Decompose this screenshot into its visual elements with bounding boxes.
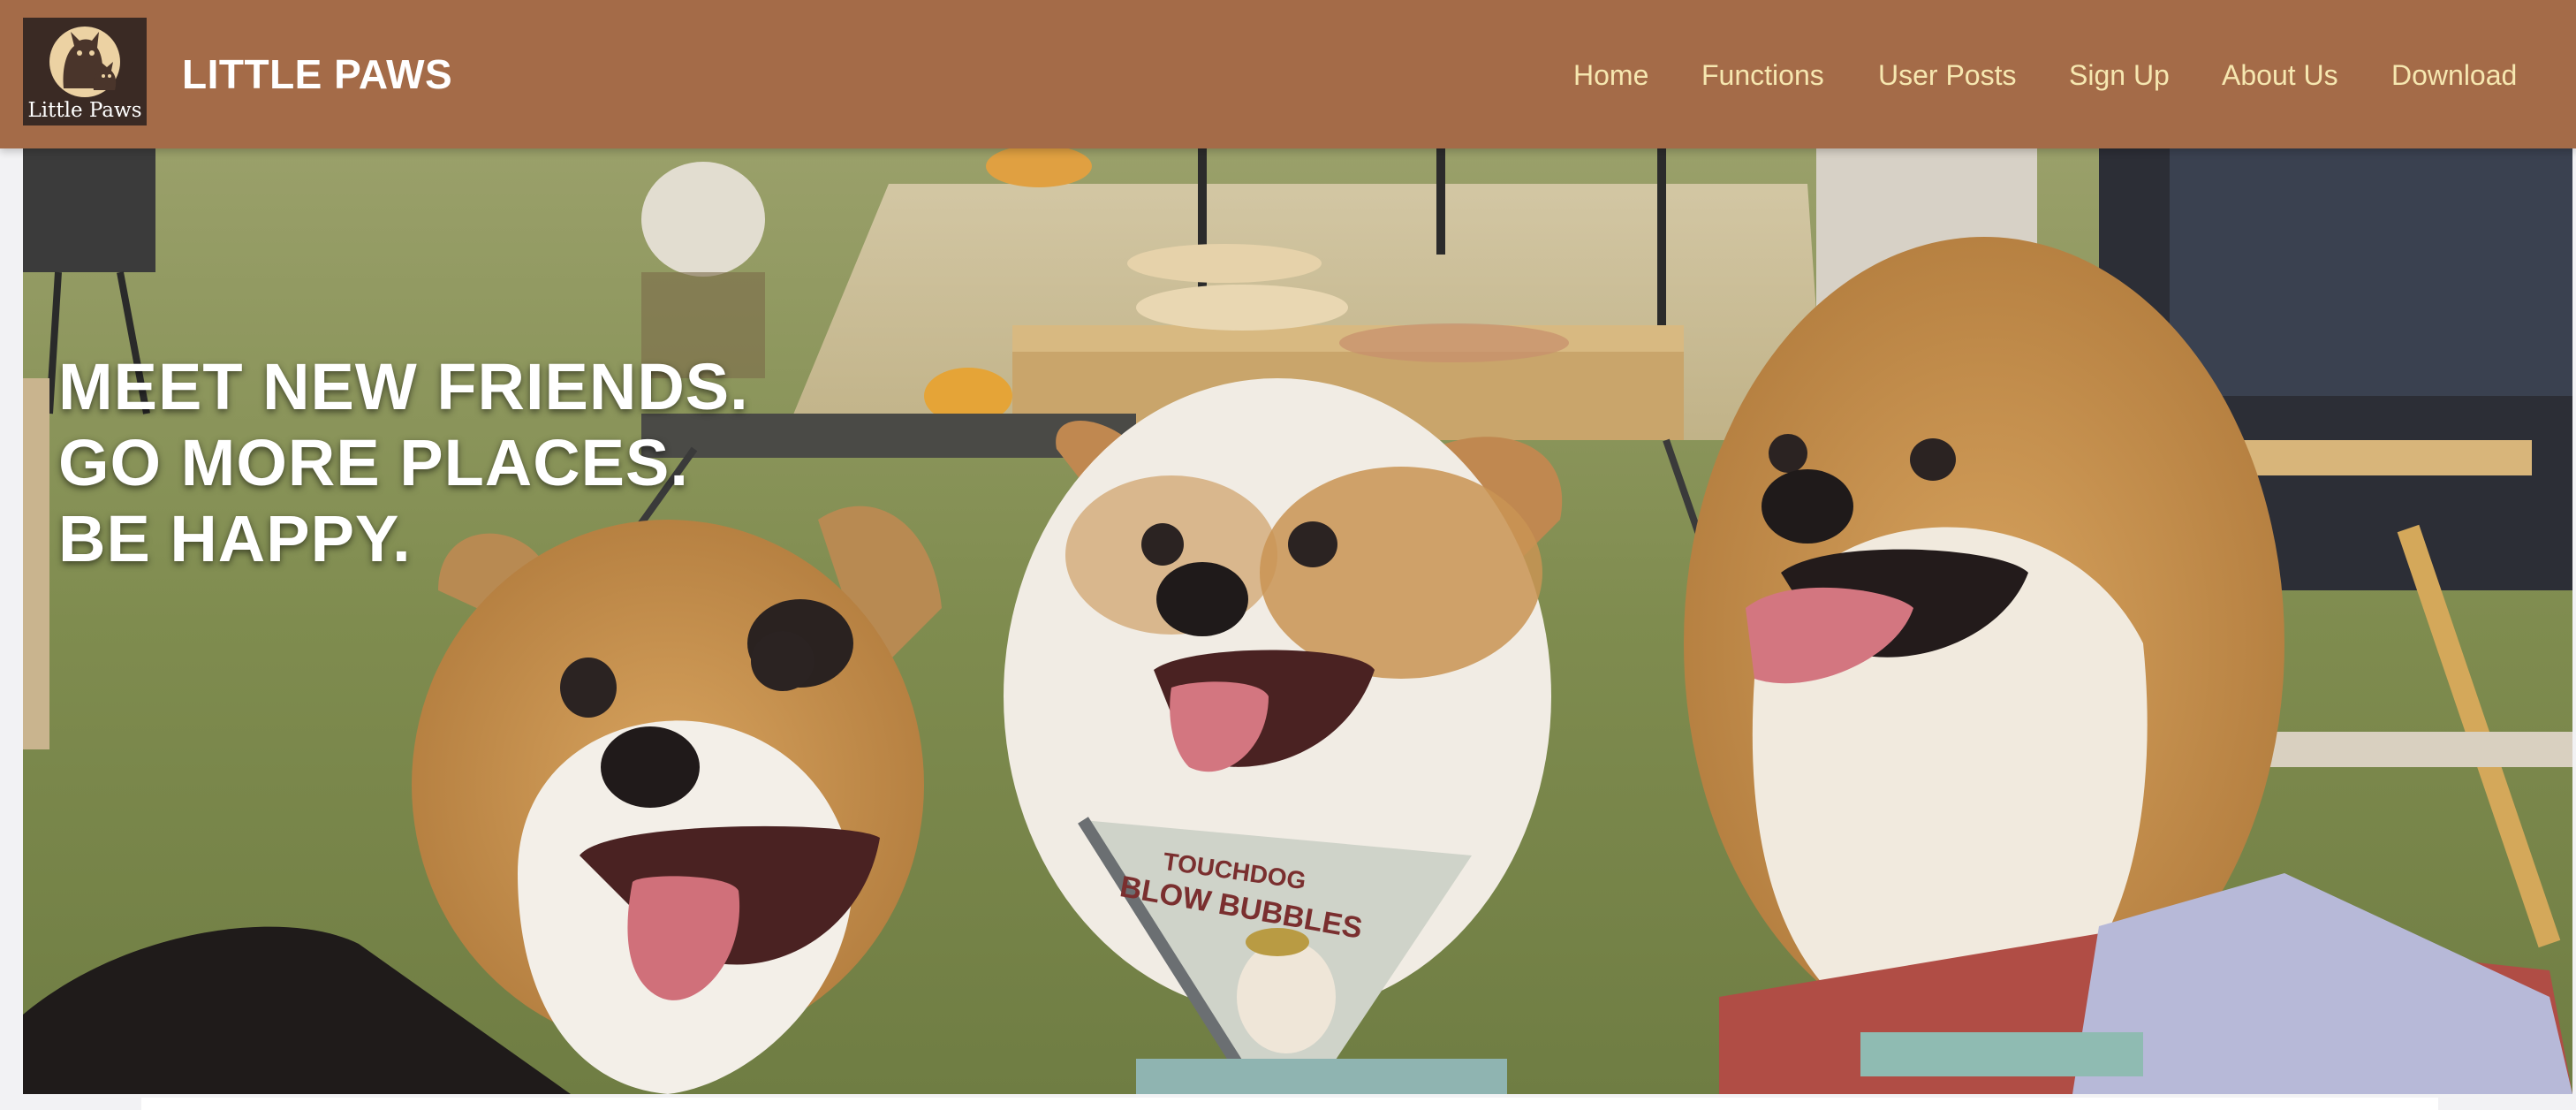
nav-sign-up[interactable]: Sign Up — [2069, 55, 2170, 95]
nav-download[interactable]: Download — [2391, 55, 2517, 95]
hero-headline-line-2: GO MORE PLACES. — [58, 426, 689, 499]
nav-functions[interactable]: Functions — [1701, 55, 1824, 95]
site-header: Little Paws LITTLE PAWS Home Functions U… — [0, 0, 2576, 148]
nav-about-us[interactable]: About Us — [2222, 55, 2338, 95]
brand-name[interactable]: LITTLE PAWS — [182, 51, 452, 97]
nav-user-posts[interactable]: User Posts — [1878, 55, 2016, 95]
logo[interactable]: Little Paws — [23, 18, 147, 125]
content-area-start — [141, 1098, 2438, 1110]
hero-photo-corgis — [23, 148, 2572, 1094]
hero-banner: MEET NEW FRIENDS. GO MORE PLACES. BE HAP… — [23, 148, 2572, 1094]
page-bottom-edge — [0, 1094, 2576, 1110]
hero-headline-line-1: MEET NEW FRIENDS. — [58, 350, 749, 423]
hero-headline-line-3: BE HAPPY. — [58, 502, 412, 575]
logo-text: Little Paws — [27, 99, 142, 122]
nav-home[interactable]: Home — [1573, 55, 1648, 95]
